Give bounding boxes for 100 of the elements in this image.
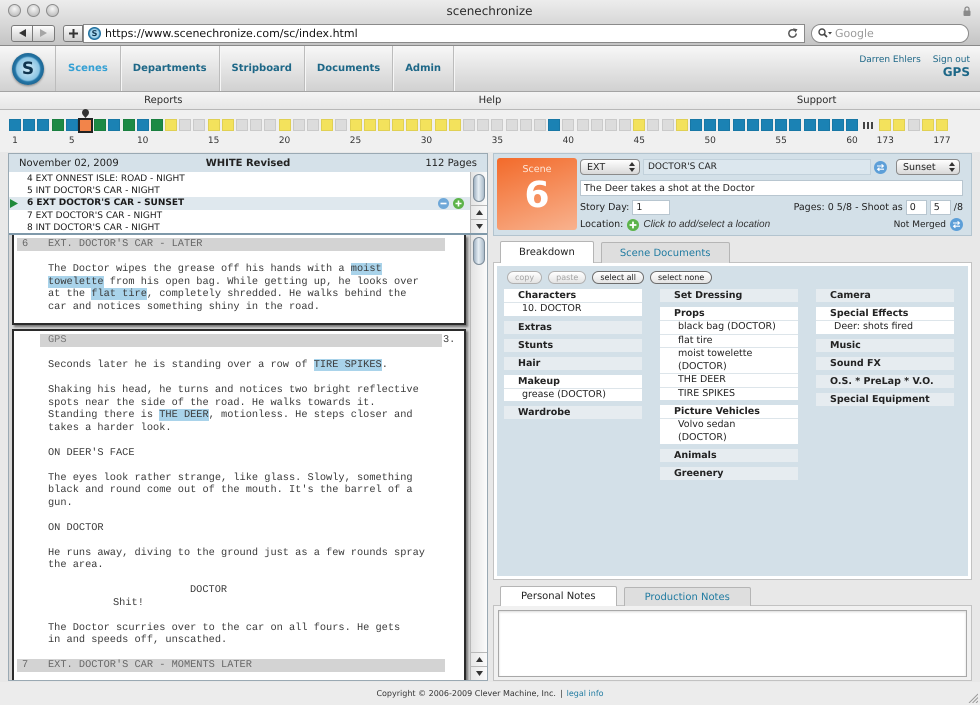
category-item[interactable]: moist towelette (DOCTOR) xyxy=(660,347,798,373)
category-header[interactable]: Props xyxy=(660,307,798,320)
arrows-circle-icon[interactable] xyxy=(874,160,887,174)
right-triangle-icon xyxy=(40,29,47,37)
menu-link[interactable]: Support xyxy=(796,95,836,106)
updown-arrows-icon xyxy=(629,162,635,172)
scene-number-label: 50 xyxy=(704,136,716,147)
action-text: ON DOCTOR xyxy=(48,522,105,534)
scene-list-item[interactable]: 8 INT DOCTOR'S CAR - NIGHT xyxy=(9,222,470,234)
add-location-link[interactable]: Click to add/select a location xyxy=(643,219,770,230)
category-header[interactable]: Picture Vehicles xyxy=(660,405,798,418)
menu-link[interactable]: Help xyxy=(478,95,502,106)
window-title: scenechronize xyxy=(446,4,533,18)
nav-tab[interactable]: Departments xyxy=(120,46,220,91)
minus-circle-icon[interactable] xyxy=(438,198,449,209)
arrows-circle-icon[interactable] xyxy=(950,218,963,231)
category-header[interactable]: Greenery xyxy=(660,467,798,480)
synopsis-field[interactable]: The Deer takes a shot at the Doctor xyxy=(580,180,963,196)
action-text: Shaking his head, he turns and notices two bright reflective spots near the side of the road. He walks towards it. Standing there is THE DEER, motionless. He steps closer and takes a harder look. xyxy=(48,384,420,434)
category-header[interactable]: Makeup xyxy=(504,374,642,388)
scene-tile[interactable] xyxy=(78,118,94,132)
scene-number-label: 20 xyxy=(278,136,290,147)
search-icon[interactable] xyxy=(818,28,832,38)
tab[interactable]: Breakdown xyxy=(500,241,594,263)
window-zoom-button[interactable] xyxy=(46,4,59,17)
plus-icon xyxy=(68,28,78,38)
site-logo: S xyxy=(88,26,101,40)
category-item[interactable]: grease (DOCTOR) xyxy=(504,388,642,401)
scrollbar-thumb[interactable] xyxy=(473,237,485,265)
scroll-up-button[interactable] xyxy=(471,652,487,666)
nav-tab[interactable]: Documents xyxy=(304,46,394,91)
user-name-link[interactable]: Darren Ehlers xyxy=(859,55,921,65)
nav-tab[interactable]: Admin xyxy=(393,46,454,91)
back-button[interactable] xyxy=(11,24,33,42)
address-bar[interactable]: S https://www.scenechronize.com/sc/index.html xyxy=(83,24,805,42)
shoot-as-whole-field[interactable]: 0 xyxy=(906,200,927,215)
int-ext-dropdown[interactable]: EXT xyxy=(580,159,640,175)
scroll-down-button[interactable] xyxy=(471,666,487,680)
category-header[interactable]: Animals xyxy=(660,449,798,462)
category-item[interactable]: flat tire xyxy=(660,334,798,347)
page-count: 112 Pages xyxy=(425,158,477,168)
sign-out-link[interactable]: Sign out xyxy=(932,55,970,65)
category-header[interactable]: Stunts xyxy=(504,338,642,352)
tab[interactable]: Scene Documents xyxy=(600,242,730,263)
category-item[interactable]: 10. DOCTOR xyxy=(504,302,642,316)
pill-button[interactable]: select all xyxy=(592,271,644,284)
shoot-as-eighths-field[interactable]: 5 xyxy=(930,200,951,215)
category-item[interactable]: THE DEER xyxy=(660,373,798,386)
category-header[interactable]: Special Effects xyxy=(816,307,954,320)
category-item[interactable]: TIRE SPIKES xyxy=(660,386,798,400)
plus-circle-icon[interactable] xyxy=(627,218,640,230)
category-header[interactable]: Camera xyxy=(816,289,954,302)
category-header[interactable]: Special Equipment xyxy=(816,392,954,406)
app-logo[interactable]: S xyxy=(12,52,44,84)
category-header[interactable]: O.S. * PreLap * V.O. xyxy=(816,374,954,388)
window-minimize-button[interactable] xyxy=(27,4,40,17)
scrollbar-thumb[interactable] xyxy=(473,174,485,202)
scene-list-item[interactable]: 5 INT DOCTOR'S CAR - NIGHT xyxy=(9,185,470,198)
scene-list-item[interactable]: 7 EXT DOCTOR'S CAR - NIGHT xyxy=(9,210,470,222)
tab[interactable]: Personal Notes xyxy=(500,586,617,606)
category-header[interactable]: Extras xyxy=(504,320,642,334)
plus-circle-icon[interactable] xyxy=(453,198,464,209)
resize-grip-icon[interactable] xyxy=(968,693,978,703)
pill-button[interactable]: select none xyxy=(650,271,712,284)
legal-info-link[interactable]: legal info xyxy=(566,689,604,698)
url-field[interactable]: https://www.scenechronize.com/sc/index.html xyxy=(105,26,783,40)
character-name: DOCTOR xyxy=(190,584,228,596)
scroll-up-button[interactable] xyxy=(471,205,487,219)
tab[interactable]: Production Notes xyxy=(624,587,751,606)
scene-number-label: 60 xyxy=(846,136,858,147)
action-text: He runs away, diving to the ground just as a few rounds spray the area. xyxy=(48,546,426,572)
scene-label: Scene xyxy=(522,164,552,175)
category-header[interactable]: Set Dressing xyxy=(660,289,798,302)
script-date: November 02, 2009 xyxy=(19,158,120,168)
time-of-day-dropdown[interactable]: Sunset xyxy=(896,159,960,175)
category-header[interactable]: Music xyxy=(816,338,954,352)
category-item[interactable]: Deer: shots fired xyxy=(816,320,954,334)
story-day-field[interactable]: 1 xyxy=(632,200,670,215)
scene-list-item[interactable]: 6 EXT DOCTOR'S CAR - SUNSET xyxy=(9,197,470,210)
menu-link[interactable]: Reports xyxy=(144,95,182,106)
down-triangle-icon xyxy=(476,671,482,676)
scroll-down-button[interactable] xyxy=(471,219,487,233)
category-header[interactable]: Characters xyxy=(504,289,642,302)
search-field[interactable]: Google xyxy=(835,26,960,40)
set-name-field[interactable]: DOCTOR'S CAR xyxy=(643,159,871,175)
window-close-button[interactable] xyxy=(8,4,21,17)
category-header[interactable]: Hair xyxy=(504,356,642,370)
scrollbar[interactable] xyxy=(470,172,487,233)
reload-icon[interactable] xyxy=(787,28,798,38)
add-bookmark-button[interactable] xyxy=(63,24,83,42)
scrollbar[interactable] xyxy=(470,235,487,680)
nav-tab[interactable]: Stripboard xyxy=(220,46,305,91)
page-header-text: GPS xyxy=(48,334,67,346)
search-bar[interactable]: Google xyxy=(811,24,969,42)
scene-list-item[interactable]: 4 EXT ONNEST ISLE: ROAD - NIGHT xyxy=(9,173,470,186)
scene-number-label: 45 xyxy=(634,136,645,147)
category-item[interactable]: Volvo sedan (DOCTOR) xyxy=(660,418,798,444)
category-item[interactable]: black bag (DOCTOR) xyxy=(660,320,798,334)
category-header[interactable]: Sound FX xyxy=(816,356,954,370)
category-header[interactable]: Wardrobe xyxy=(504,406,642,419)
